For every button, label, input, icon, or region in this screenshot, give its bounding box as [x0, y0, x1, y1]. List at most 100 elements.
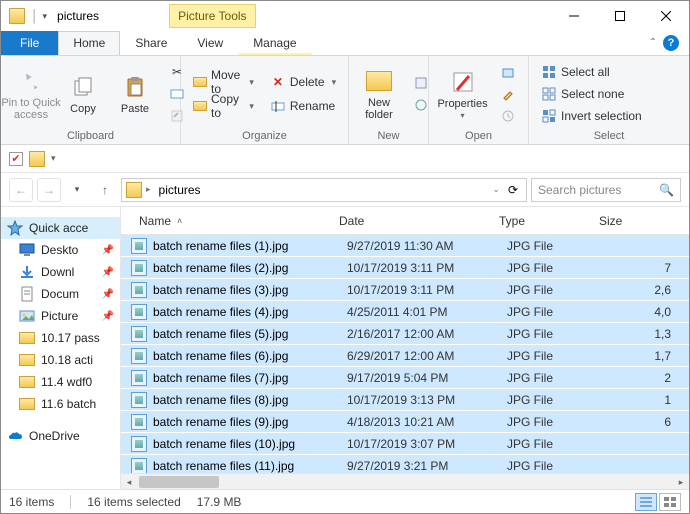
status-item-count: 16 items	[9, 495, 54, 509]
address-bar[interactable]: ▸ pictures ⌄ ⟳	[121, 178, 527, 202]
paste-shortcut-button[interactable]	[163, 105, 191, 127]
main-area: Quick acceDeskto📌Downl📌Docum📌Picture📌10.…	[1, 207, 689, 489]
properties-button[interactable]: Properties ▾	[435, 61, 490, 127]
delete-label: Delete	[290, 75, 325, 89]
new-group-label: New	[355, 128, 422, 142]
file-row[interactable]: batch rename files (7).jpg9/17/2019 5:04…	[121, 367, 689, 389]
file-name: batch rename files (6).jpg	[153, 349, 347, 363]
sidebar-item[interactable]: Picture📌	[1, 305, 120, 327]
sidebar-item[interactable]: Quick acce	[1, 217, 120, 239]
sidebar-item[interactable]: 10.17 pass	[1, 327, 120, 349]
horizontal-scrollbar[interactable]: ◂ ▸	[121, 473, 689, 489]
select-all-button[interactable]: Select all	[535, 61, 648, 83]
forward-button[interactable]: →	[37, 178, 61, 202]
rename-icon	[270, 98, 286, 114]
star-icon	[7, 220, 23, 236]
edit-icon	[500, 86, 516, 102]
history-button[interactable]	[494, 105, 522, 127]
file-name: batch rename files (9).jpg	[153, 415, 347, 429]
tab-share[interactable]: Share	[120, 31, 182, 55]
options-dropdown-icon[interactable]: ▾	[51, 153, 56, 164]
edit-button[interactable]	[494, 83, 522, 105]
scroll-left-icon[interactable]: ◂	[121, 474, 137, 489]
help-icon[interactable]: ?	[663, 35, 679, 51]
file-size: 6	[607, 415, 689, 429]
copy-button[interactable]: Copy	[59, 61, 107, 127]
sidebar-item[interactable]: 11.6 batch	[1, 393, 120, 415]
file-row[interactable]: batch rename files (5).jpg2/16/2017 12:0…	[121, 323, 689, 345]
move-to-button[interactable]: Move to	[187, 71, 260, 93]
sidebar-item[interactable]: OneDrive	[1, 425, 120, 447]
file-row[interactable]: batch rename files (10).jpg10/17/2019 3:…	[121, 433, 689, 455]
tab-file[interactable]: File	[1, 31, 58, 55]
sidebar-item[interactable]: 10.18 acti	[1, 349, 120, 371]
tab-view[interactable]: View	[182, 31, 238, 55]
search-box[interactable]: Search pictures 🔍	[531, 178, 681, 202]
ribbon-collapse-icon[interactable]: ˆ	[651, 36, 655, 50]
file-date: 10/17/2019 3:11 PM	[347, 283, 507, 297]
minimize-button[interactable]	[551, 1, 597, 31]
thumbnails-view-button[interactable]	[659, 493, 681, 511]
status-selected-size: 17.9 MB	[197, 495, 242, 509]
file-name: batch rename files (2).jpg	[153, 261, 347, 275]
maximize-button[interactable]	[597, 1, 643, 31]
sidebar-item[interactable]: Deskto📌	[1, 239, 120, 261]
paste-button[interactable]: Paste	[111, 61, 159, 127]
details-view-button[interactable]	[635, 493, 657, 511]
file-row[interactable]: batch rename files (1).jpg9/27/2019 11:3…	[121, 235, 689, 257]
breadcrumb-item[interactable]: pictures	[155, 183, 205, 197]
open-button[interactable]	[494, 61, 522, 83]
file-row[interactable]: batch rename files (6).jpg6/29/2017 12:0…	[121, 345, 689, 367]
file-date: 9/27/2019 11:30 AM	[347, 239, 507, 253]
sort-asc-icon: ˄	[177, 216, 182, 226]
file-type: JPG File	[507, 371, 607, 385]
column-header-name[interactable]: Name˄	[131, 214, 331, 228]
address-history-dropdown[interactable]: ⌄	[492, 184, 500, 195]
file-row[interactable]: batch rename files (9).jpg4/18/2013 10:2…	[121, 411, 689, 433]
window-folder-icon	[9, 8, 25, 24]
sidebar-item-label: 11.4 wdf0	[41, 375, 92, 389]
scroll-right-icon[interactable]: ▸	[673, 474, 689, 489]
up-button[interactable]: ↑	[93, 178, 117, 202]
tab-manage[interactable]: Manage	[238, 31, 311, 55]
select-none-button[interactable]: Select none	[535, 83, 648, 105]
close-button[interactable]	[643, 1, 689, 31]
qat-dropdown[interactable]: ▾	[43, 11, 48, 22]
recent-locations-button[interactable]: ▾	[65, 178, 89, 202]
breadcrumb-sep-icon[interactable]: ▸	[146, 184, 151, 195]
sidebar-item[interactable]: 11.4 wdf0	[1, 371, 120, 393]
file-name: batch rename files (8).jpg	[153, 393, 347, 407]
file-row[interactable]: batch rename files (4).jpg4/25/2011 4:01…	[121, 301, 689, 323]
file-row[interactable]: batch rename files (2).jpg10/17/2019 3:1…	[121, 257, 689, 279]
ribbon-group-clipboard: Pin to Quick access Copy Paste ✂ Clipboa…	[1, 56, 181, 144]
sidebar-item-label: Docum	[41, 287, 79, 301]
preview-pane-checkbox[interactable]: ✔	[9, 152, 23, 166]
copy-to-button[interactable]: Copy to	[187, 95, 260, 117]
column-header-size[interactable]: Size	[591, 214, 689, 228]
new-folder-button[interactable]: New folder	[355, 61, 403, 127]
rename-button[interactable]: Rename	[264, 95, 342, 117]
picture-tools-tab-header[interactable]: Picture Tools	[169, 4, 255, 28]
tab-home[interactable]: Home	[58, 31, 120, 55]
refresh-button[interactable]: ⟳	[504, 183, 522, 197]
sidebar-item[interactable]: Downl📌	[1, 261, 120, 283]
sidebar-item-label: Downl	[41, 265, 74, 279]
sidebar-item[interactable]: Docum📌	[1, 283, 120, 305]
history-icon	[500, 108, 516, 124]
delete-button[interactable]: ✕Delete	[264, 71, 342, 93]
invert-selection-label: Invert selection	[561, 109, 642, 123]
file-row[interactable]: batch rename files (8).jpg10/17/2019 3:1…	[121, 389, 689, 411]
column-header-date[interactable]: Date	[331, 214, 491, 228]
invert-selection-button[interactable]: Invert selection	[535, 105, 648, 127]
back-button[interactable]: ←	[9, 178, 33, 202]
scroll-thumb[interactable]	[139, 476, 219, 488]
select-all-icon	[541, 64, 557, 80]
navigation-pane[interactable]: Quick acceDeskto📌Downl📌Docum📌Picture📌10.…	[1, 207, 121, 489]
column-header-type[interactable]: Type	[491, 214, 591, 228]
file-list[interactable]: batch rename files (1).jpg9/27/2019 11:3…	[121, 235, 689, 473]
file-row[interactable]: batch rename files (3).jpg10/17/2019 3:1…	[121, 279, 689, 301]
sidebar-item-label: OneDrive	[29, 429, 80, 443]
file-row[interactable]: batch rename files (11).jpg9/27/2019 3:2…	[121, 455, 689, 473]
desktop-icon	[19, 242, 35, 258]
pin-quick-access-button[interactable]: Pin to Quick access	[7, 61, 55, 127]
